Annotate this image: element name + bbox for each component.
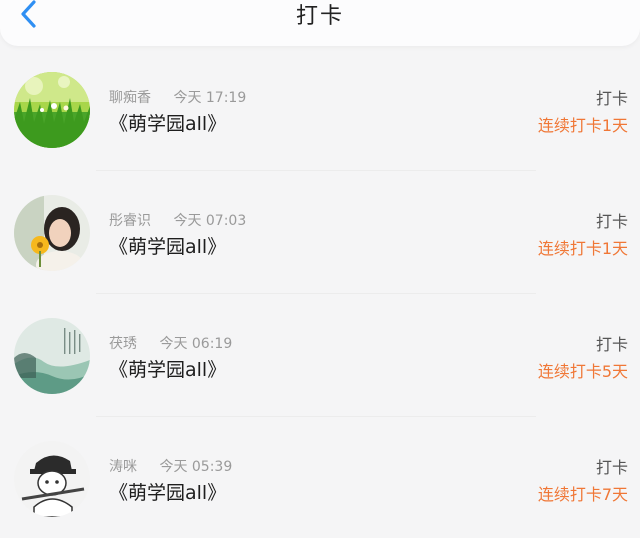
checkin-action-label: 打卡 bbox=[595, 458, 628, 477]
checkin-meta: 茯琇 今天 06:19 bbox=[109, 333, 232, 353]
checkin-meta: 涛咪 今天 05:39 bbox=[109, 456, 232, 476]
checkin-time: 今天 07:03 bbox=[173, 213, 247, 229]
list-item[interactable]: 涛咪 今天 05:39 《萌学园all》 打卡 连续打卡7天 bbox=[0, 415, 640, 538]
list-item[interactable]: 彤睿识 今天 07:03 《萌学园all》 打卡 连续打卡1天 bbox=[0, 169, 640, 294]
avatar[interactable] bbox=[14, 72, 90, 148]
checkin-content[interactable]: 《萌学园all》 bbox=[109, 355, 226, 382]
user-name[interactable]: 彤睿识 bbox=[109, 213, 151, 229]
avatar[interactable] bbox=[14, 318, 90, 394]
checkin-meta: 彤睿识 今天 07:03 bbox=[109, 210, 246, 230]
checkin-list: 聊痴香 今天 17:19 《萌学园all》 打卡 连续打卡1天 彤睿识 今天 0… bbox=[0, 46, 640, 538]
user-name[interactable]: 聊痴香 bbox=[109, 90, 151, 106]
list-item[interactable]: 茯琇 今天 06:19 《萌学园all》 打卡 连续打卡5天 bbox=[0, 292, 640, 417]
checkin-content[interactable]: 《萌学园all》 bbox=[109, 478, 226, 505]
user-name[interactable]: 茯琇 bbox=[109, 336, 137, 352]
checkin-content[interactable]: 《萌学园all》 bbox=[109, 109, 226, 136]
streak-label: 连续打卡1天 bbox=[537, 116, 628, 135]
list-item[interactable]: 聊痴香 今天 17:19 《萌学园all》 打卡 连续打卡1天 bbox=[0, 46, 640, 171]
streak-label: 连续打卡7天 bbox=[537, 485, 628, 504]
checkin-action-label: 打卡 bbox=[595, 89, 628, 108]
avatar[interactable] bbox=[14, 441, 90, 517]
streak-label: 连续打卡5天 bbox=[537, 362, 628, 381]
streak-label: 连续打卡1天 bbox=[537, 239, 628, 258]
checkin-time: 今天 05:39 bbox=[159, 459, 233, 475]
checkin-action-label: 打卡 bbox=[595, 335, 628, 354]
page-title: 打卡 bbox=[295, 4, 344, 29]
user-name[interactable]: 涛咪 bbox=[109, 459, 137, 475]
top-bar: 打卡 bbox=[0, 0, 640, 46]
checkin-meta: 聊痴香 今天 17:19 bbox=[109, 87, 246, 107]
checkin-content[interactable]: 《萌学园all》 bbox=[109, 232, 226, 259]
checkin-action-label: 打卡 bbox=[595, 212, 628, 231]
avatar[interactable] bbox=[14, 195, 90, 271]
checkin-time: 今天 06:19 bbox=[159, 336, 233, 352]
checkin-time: 今天 17:19 bbox=[173, 90, 247, 106]
